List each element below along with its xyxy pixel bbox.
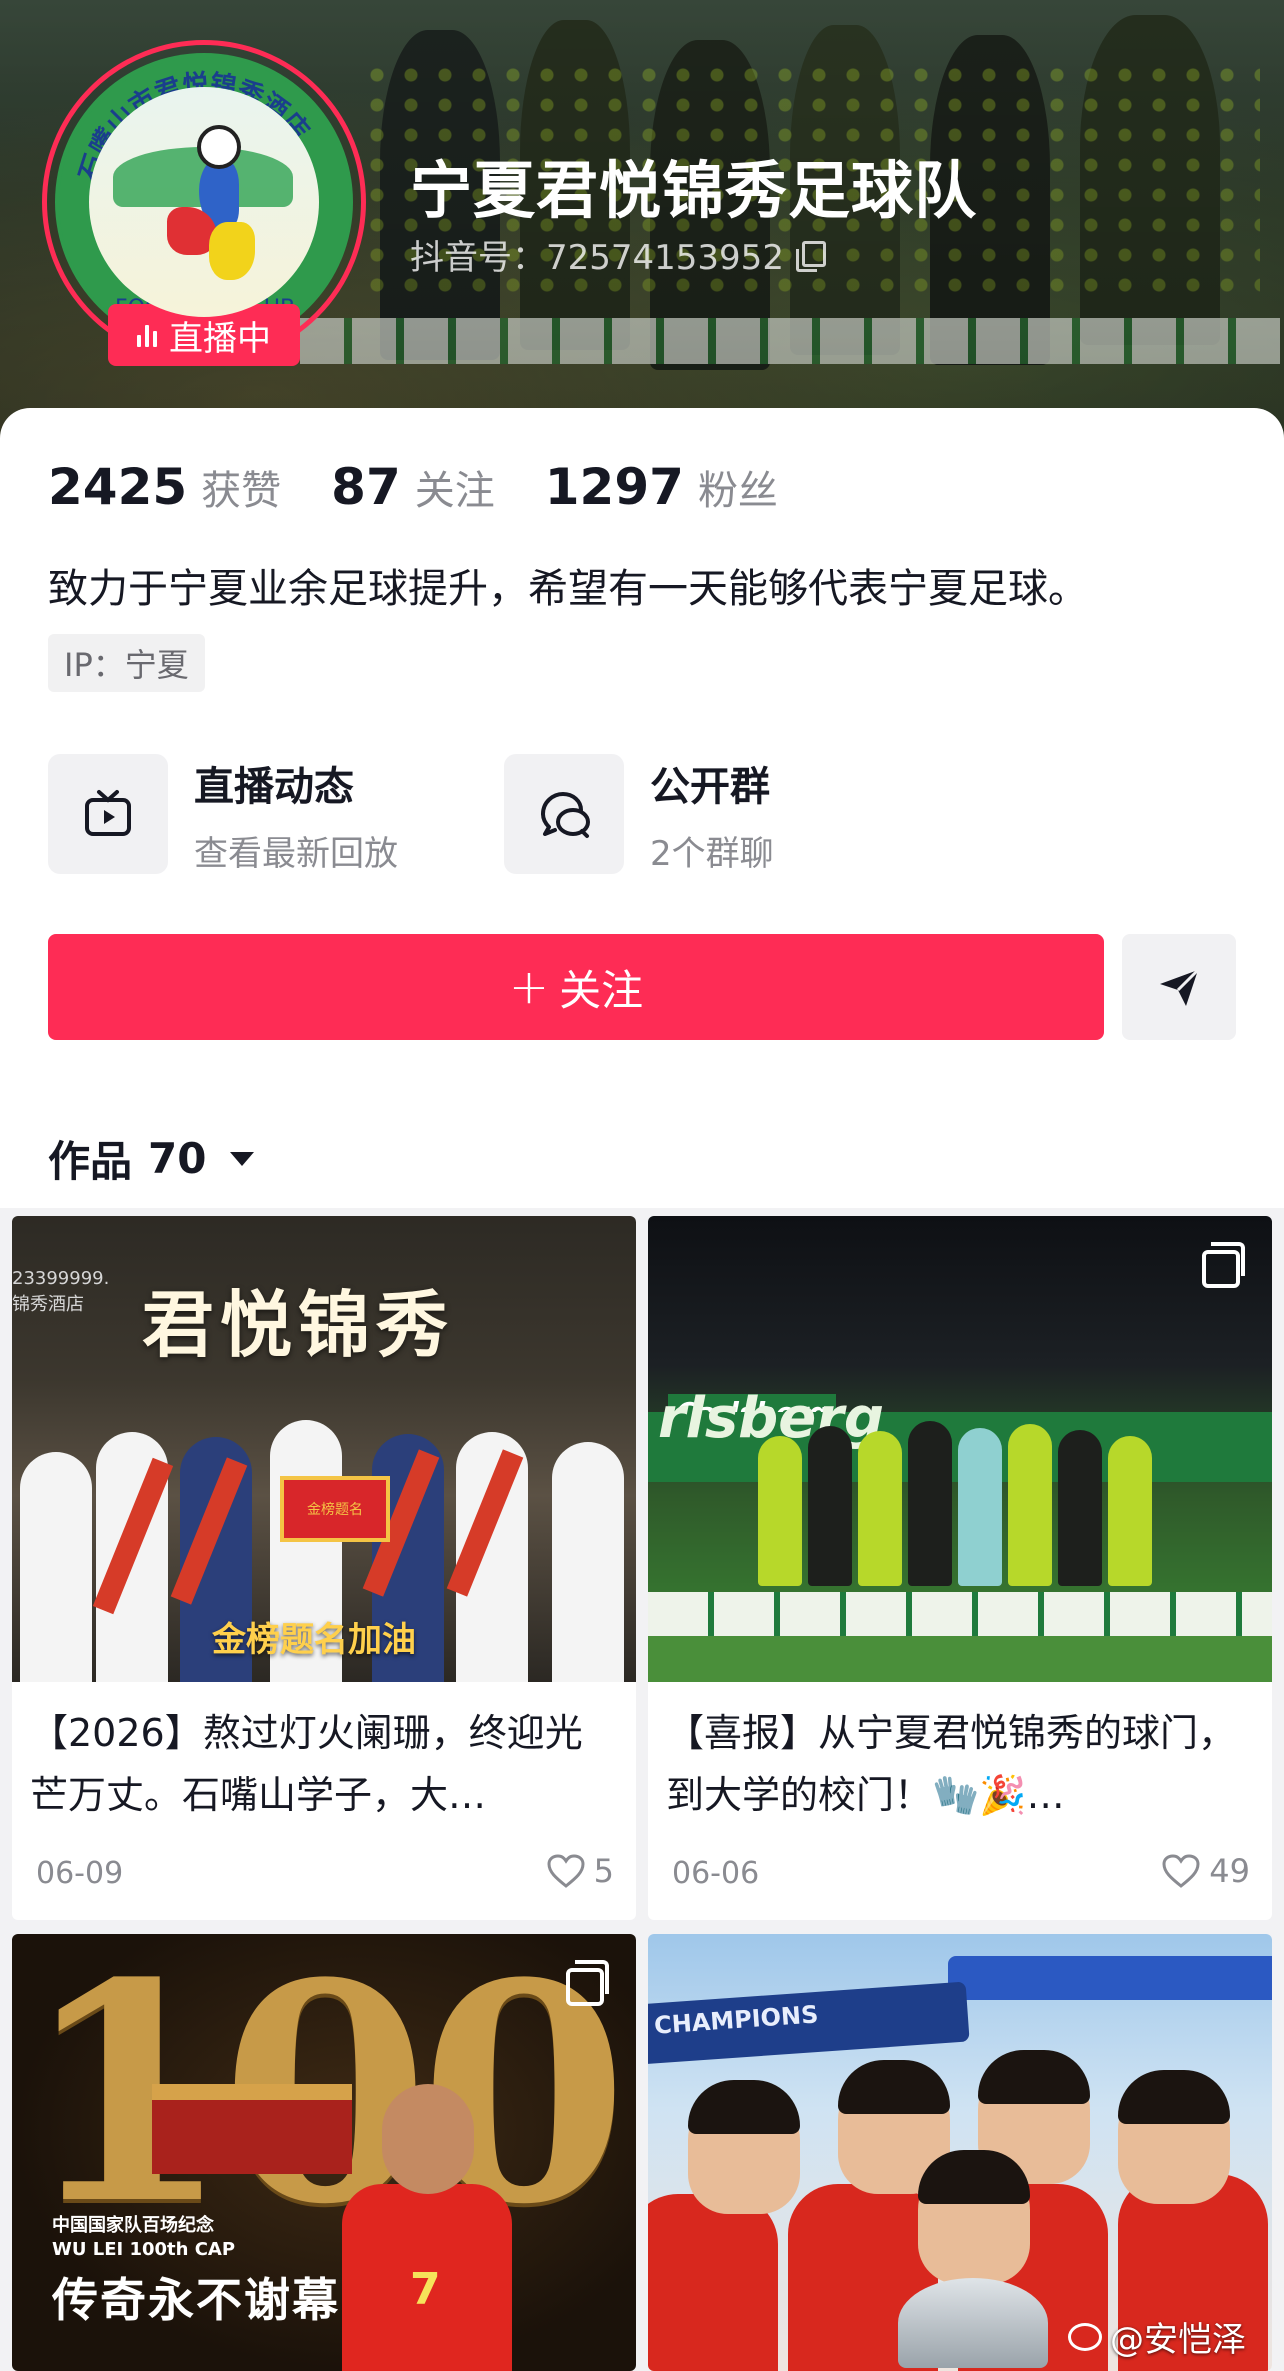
send-icon xyxy=(1160,968,1200,1006)
thumb-caption: 传奇永不谢幕 xyxy=(52,2273,340,2327)
avatar[interactable]: 石嘴山市君悦锦秀酒店 FOOTBALL CLUB xyxy=(42,40,366,364)
tv-icon xyxy=(48,754,168,874)
stat-following[interactable]: 87 关注 xyxy=(331,458,495,516)
watermark: @安恺泽 xyxy=(1068,2312,1246,2361)
stat-label: 粉丝 xyxy=(697,468,778,514)
stat-likes[interactable]: 2425 获赞 xyxy=(48,458,281,516)
post-card[interactable]: 23399999. 锦秀酒店 君悦锦秀 金榜题名 金榜题名加油 【2026】熬过… xyxy=(12,1216,636,1920)
feature-subtitle: 2个群聊 xyxy=(650,833,774,874)
post-thumbnail: CHAMPIONS @安恺泽 xyxy=(648,1934,1272,2371)
post-thumbnail: Carlsberg rlsberg xyxy=(648,1216,1272,1682)
follow-button[interactable]: + 关注 xyxy=(48,934,1104,1040)
heart-icon xyxy=(1162,1854,1200,1888)
thumb-small-text: 中国国家队百场纪念 WU LEI 100th CAP xyxy=(52,2215,236,2260)
like-count-value: 49 xyxy=(1209,1852,1250,1890)
profile-bio: 致力于宁夏业余足球提升，希望有一天能够代表宁夏足球。 xyxy=(48,566,1088,612)
jersey-number: 7 xyxy=(410,2264,441,2315)
post-date: 06-09 xyxy=(36,1856,124,1891)
feature-subtitle: 查看最新回放 xyxy=(194,833,398,874)
heart-icon xyxy=(547,1854,585,1888)
live-badge-label: 直播中 xyxy=(169,318,271,359)
works-label: 作品 xyxy=(48,1137,133,1186)
thumb-corner-text: 23399999. 锦秀酒店 xyxy=(12,1268,110,1315)
feature-live-updates[interactable]: 直播动态 查看最新回放 xyxy=(48,754,398,874)
post-thumbnail: 23399999. 锦秀酒店 君悦锦秀 金榜题名 金榜题名加油 xyxy=(12,1216,636,1682)
trophy-icon xyxy=(898,2278,1048,2368)
stat-label: 获赞 xyxy=(201,468,282,514)
thumb-heading: 君悦锦秀 xyxy=(142,1282,455,1367)
works-count: 70 xyxy=(148,1134,207,1183)
stat-label: 关注 xyxy=(414,468,495,514)
thumb-caption: 金榜题名加油 xyxy=(212,1620,416,1660)
profile-banner: 石嘴山市君悦锦秀酒店 FOOTBALL CLUB 直播中 宁夏君悦锦秀足球队 抖… xyxy=(0,0,1284,440)
like-count[interactable]: 49 xyxy=(1161,1852,1250,1890)
tab-works[interactable]: 作品 70 xyxy=(48,1128,255,1189)
profile-name: 宁夏君悦锦秀足球队 xyxy=(410,154,978,227)
feature-public-groups[interactable]: 公开群 2个群聊 xyxy=(504,754,774,874)
post-card[interactable]: CHAMPIONS @安恺泽 xyxy=(648,1934,1272,2371)
caret-down-icon xyxy=(230,1151,255,1166)
weibo-icon xyxy=(1068,2322,1102,2351)
copy-icon[interactable] xyxy=(795,240,826,272)
watermark-text: @安恺泽 xyxy=(1110,2320,1246,2360)
stat-value: 1297 xyxy=(544,458,684,516)
profile-page: 石嘴山市君悦锦秀酒店 FOOTBALL CLUB 直播中 宁夏君悦锦秀足球队 抖… xyxy=(0,0,1284,2371)
douyin-id-text: 抖音号：72574153952 xyxy=(410,238,784,278)
stat-value: 87 xyxy=(331,458,401,516)
profile-card: 2425 获赞 87 关注 1297 粉丝 致力于宁夏业余足球提升，希望有一天能… xyxy=(0,408,1284,1208)
live-bars-icon xyxy=(137,323,157,347)
follow-button-label: 关注 xyxy=(559,965,644,1015)
football-icon xyxy=(197,125,241,169)
stat-value: 2425 xyxy=(48,458,188,516)
post-title: 【2026】熬过灯火阑珊，终迎光芒万丈。石嘴山学子，大… xyxy=(30,1711,583,1817)
feature-title: 公开群 xyxy=(650,763,770,810)
post-card[interactable]: Carlsberg rlsberg 【喜报】从宁夏君悦锦秀的球门，到大学的校门！… xyxy=(648,1216,1272,1920)
multi-image-icon xyxy=(566,1960,609,2006)
douyin-id[interactable]: 抖音号：72574153952 xyxy=(410,230,826,279)
chat-group-icon xyxy=(504,754,624,874)
like-count[interactable]: 5 xyxy=(546,1852,614,1890)
post-date: 06-06 xyxy=(672,1856,760,1891)
like-count-value: 5 xyxy=(593,1852,614,1890)
post-title: 【喜报】从宁夏君悦锦秀的球门，到大学的校门！🧤🎉… xyxy=(666,1711,1237,1817)
stat-followers[interactable]: 1297 粉丝 xyxy=(545,458,778,516)
share-button[interactable] xyxy=(1122,934,1236,1040)
post-thumbnail: 100 7 中国国家队百场纪念 WU LEI 100th CAP 传奇永不谢幕 xyxy=(12,1934,636,2371)
post-card[interactable]: 100 7 中国国家队百场纪念 WU LEI 100th CAP 传奇永不谢幕 xyxy=(12,1934,636,2371)
stats-row: 2425 获赞 87 关注 1297 粉丝 xyxy=(48,458,828,516)
thumb-plaque: 金榜题名 xyxy=(280,1476,390,1542)
plus-icon: + xyxy=(508,959,550,1015)
multi-image-icon xyxy=(1202,1242,1245,1288)
feature-title: 直播动态 xyxy=(194,763,354,810)
ip-tag: IP：宁夏 xyxy=(48,634,205,692)
